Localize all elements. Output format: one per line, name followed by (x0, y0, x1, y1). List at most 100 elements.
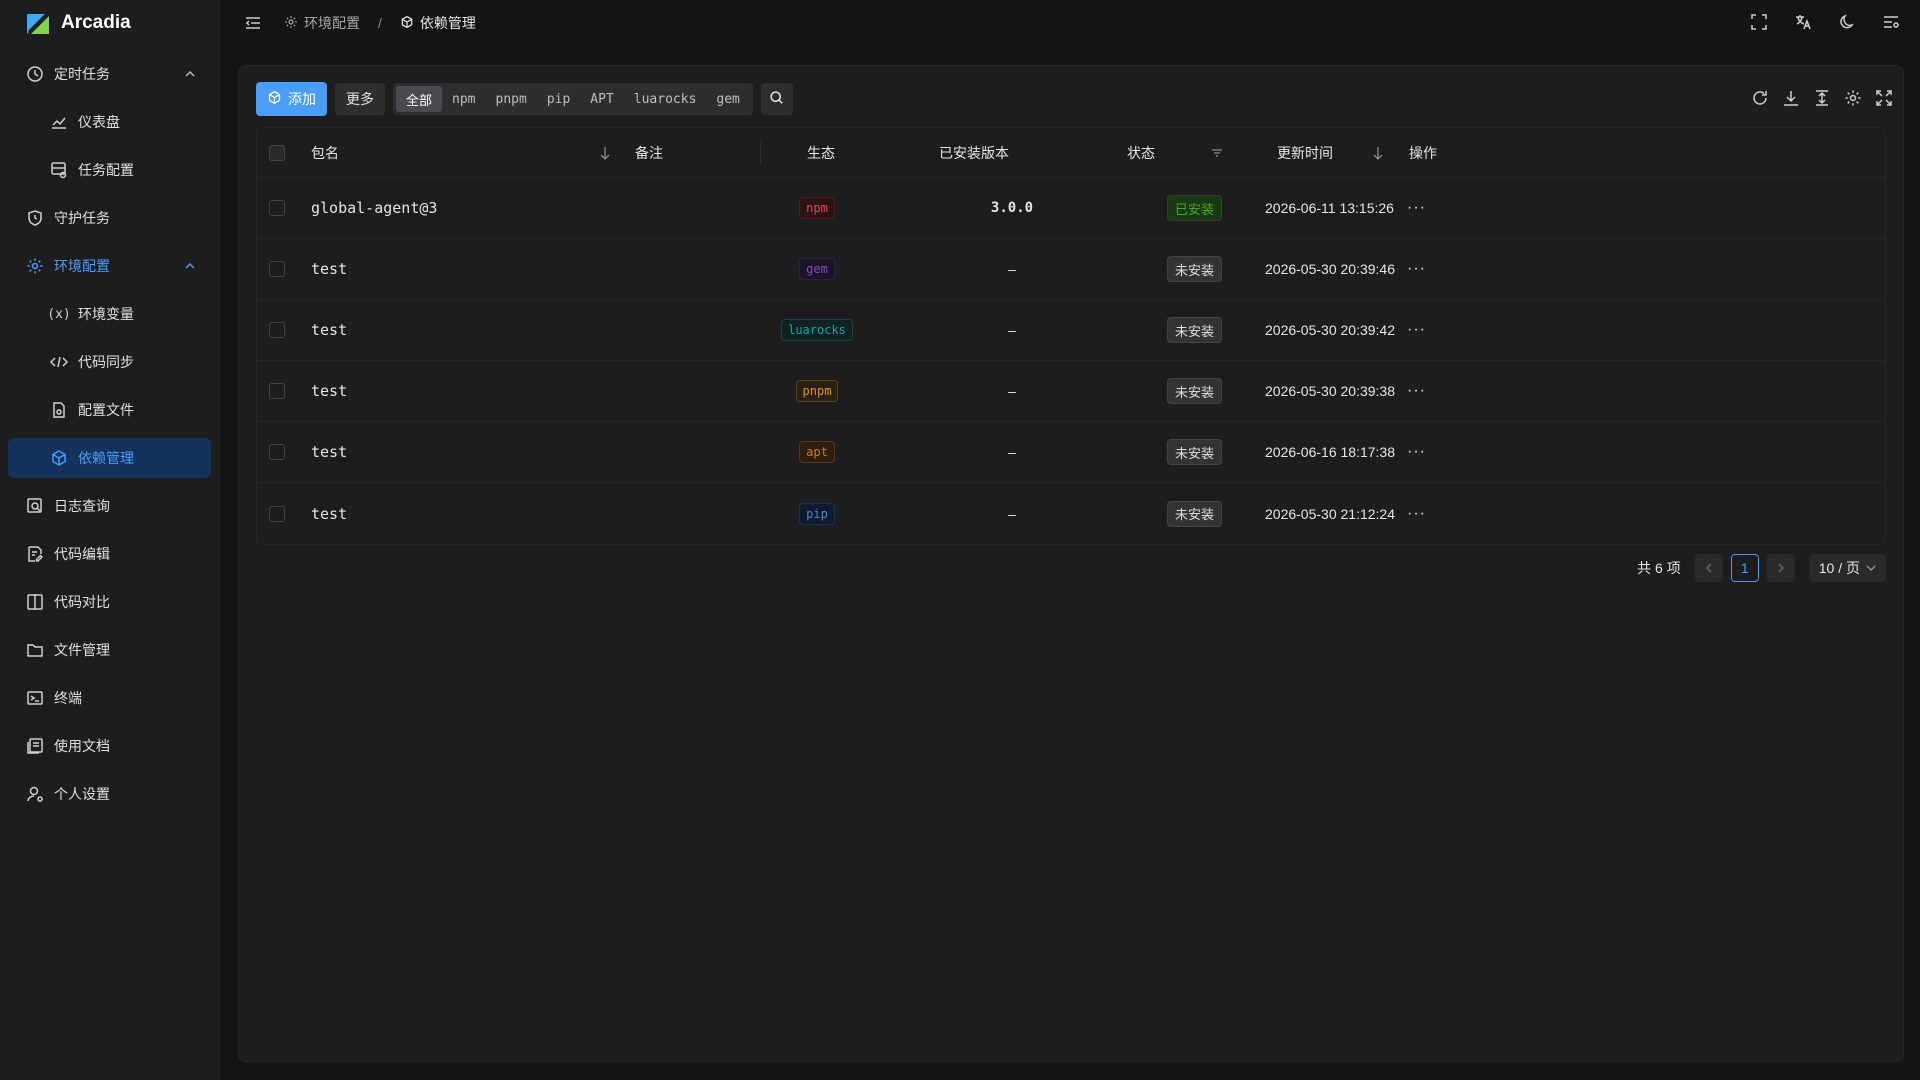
filter-pip[interactable]: pip (537, 86, 580, 112)
filter-icon[interactable] (1211, 146, 1223, 160)
translate-icon[interactable] (1794, 13, 1814, 33)
updated-time: 2026-06-11 13:15:26 (1265, 200, 1394, 216)
sidebar-item-label: 环境变量 (78, 306, 134, 322)
fullscreen-icon[interactable] (1750, 13, 1770, 33)
table-header: 包名 备注 生态 已安装版本 状态 更新时间 操作 (257, 128, 1885, 178)
row-select-cell (269, 361, 285, 421)
sidebar-item-dependencies[interactable]: 依赖管理 (8, 438, 211, 478)
status-cell: 未安装 (1167, 422, 1223, 482)
menu-fold-icon[interactable] (244, 14, 262, 32)
clock-icon (26, 65, 44, 83)
more-actions-button[interactable]: ··· (1407, 178, 1426, 238)
ecosystem-tag: pnpm (795, 380, 839, 402)
expand-icon[interactable] (1875, 89, 1893, 107)
gear-icon (26, 257, 44, 275)
package-name: global-agent@3 (311, 199, 438, 217)
settings-panel-icon[interactable] (1882, 13, 1902, 33)
sidebar-item-code-sync[interactable]: 代码同步 (8, 342, 211, 382)
row-checkbox[interactable] (269, 261, 285, 277)
sidebar-item-profile[interactable]: 个人设置 (8, 774, 211, 814)
download-icon[interactable] (1782, 89, 1800, 107)
select-all-cell (269, 128, 285, 177)
row-checkbox[interactable] (269, 322, 285, 338)
sidebar-item-code-edit[interactable]: 代码编辑 (8, 534, 211, 574)
next-page-button[interactable] (1766, 554, 1795, 582)
column-divider (760, 142, 761, 164)
top-actions (1750, 13, 1902, 33)
sidebar-item-task-config[interactable]: 任务配置 (8, 150, 211, 190)
version-cell: 3.0.0 (917, 178, 1107, 238)
filter-pnpm[interactable]: pnpm (486, 86, 537, 112)
breadcrumb: 环境配置 / 依赖管理 (284, 13, 476, 33)
row-checkbox[interactable] (269, 444, 285, 460)
sidebar-item-cron[interactable]: 定时任务 (8, 54, 211, 94)
sidebar-item-docs[interactable]: 使用文档 (8, 726, 211, 766)
filter-npm[interactable]: npm (442, 86, 485, 112)
search-button[interactable] (760, 83, 793, 115)
status-badge: 未安装 (1167, 317, 1223, 343)
table-body: global-agent@3 npm 3.0.0 已安装 2026-06-11 13:1… (257, 178, 1885, 544)
status-badge: 已安装 (1167, 195, 1223, 221)
row-checkbox[interactable] (269, 200, 285, 216)
add-button[interactable]: 添加 (256, 82, 327, 116)
more-actions-button[interactable]: ··· (1407, 239, 1426, 299)
table-row[interactable]: test gem – 未安装 2026-05-30 20:39:46 ··· (257, 239, 1885, 300)
task-config-icon (50, 161, 68, 179)
refresh-icon[interactable] (1751, 89, 1769, 107)
version-cell: – (917, 300, 1107, 360)
header-ecosystem: 生态 (807, 144, 835, 161)
ecosystem-cell: pnpm (717, 361, 917, 421)
status-cell: 已安装 (1167, 178, 1223, 238)
breadcrumb-parent[interactable]: 环境配置 (284, 13, 360, 33)
more-actions-button[interactable]: ··· (1407, 422, 1426, 482)
sidebar-item-label: 依赖管理 (78, 450, 134, 466)
prev-page-button[interactable] (1694, 554, 1723, 582)
installed-version: – (1008, 444, 1016, 460)
page-1-button[interactable]: 1 (1730, 554, 1759, 582)
column-settings-icon[interactable] (1844, 89, 1862, 107)
column-height-icon[interactable] (1813, 89, 1831, 107)
sidebar-item-dashboard[interactable]: 仪表盘 (8, 102, 211, 142)
sidebar-item-label: 环境配置 (54, 258, 110, 274)
chart-line-icon (50, 113, 68, 131)
sidebar-item-config-files[interactable]: 配置文件 (8, 390, 211, 430)
docs-icon (26, 737, 44, 755)
sidebar-item-code-diff[interactable]: 代码对比 (8, 582, 211, 622)
more-actions-button[interactable]: ··· (1407, 483, 1426, 544)
filter-gem[interactable]: gem (706, 86, 749, 112)
sidebar-item-daemon[interactable]: 守护任务 (8, 198, 211, 238)
row-checkbox[interactable] (269, 383, 285, 399)
package-icon (50, 449, 68, 467)
row-checkbox[interactable] (269, 505, 285, 522)
ecosystem-tag: pip (799, 502, 835, 525)
more-actions-button[interactable]: ··· (1407, 300, 1426, 360)
config-file-icon (50, 401, 68, 419)
sidebar-item-env-config[interactable]: 环境配置 (8, 246, 211, 286)
filter-apt[interactable]: APT (580, 86, 623, 112)
version-cell: – (917, 361, 1107, 421)
sidebar-item-env-vars[interactable]: (x) 环境变量 (8, 294, 211, 334)
header-remark: 备注 (635, 144, 663, 161)
app-logo[interactable]: Arcadia (0, 0, 219, 46)
more-button[interactable]: 更多 (335, 83, 385, 115)
sidebar-item-logs[interactable]: 日志查询 (8, 486, 211, 526)
table-row[interactable]: test luarocks – 未安装 2026-05-30 20:39:42 ··· (257, 300, 1885, 361)
table-row[interactable]: global-agent@3 npm 3.0.0 已安装 2026-06-11 13:1… (257, 178, 1885, 239)
more-actions-button[interactable]: ··· (1407, 361, 1426, 421)
table-row[interactable]: test pip – 未安装 2026-05-30 21:12:24 ··· (257, 483, 1885, 544)
table-row[interactable]: test pnpm – 未安装 2026-05-30 20:39:38 ··· (257, 361, 1885, 422)
header-name[interactable]: 包名 (311, 128, 339, 177)
sort-arrow-down-icon[interactable] (599, 146, 611, 160)
search-icon (769, 90, 784, 108)
sidebar: Arcadia 定时任务 仪表盘 任务配置 守护任务 环境配置 (x) 环境变量 (0, 0, 220, 1080)
sidebar-item-files[interactable]: 文件管理 (8, 630, 211, 670)
page-size-select[interactable]: 10 / 页 (1808, 554, 1886, 582)
sidebar-item-terminal[interactable]: 终端 (8, 678, 211, 718)
header-updated[interactable]: 更新时间 (1277, 128, 1333, 177)
dark-mode-icon[interactable] (1838, 13, 1858, 33)
filter-luarocks[interactable]: luarocks (624, 86, 707, 112)
filter-all[interactable]: 全部 (396, 86, 443, 112)
sort-arrow-down-icon[interactable] (1372, 146, 1384, 160)
select-all-checkbox[interactable] (269, 144, 285, 161)
table-row[interactable]: test apt – 未安装 2026-06-16 18:17:38 ··· (257, 422, 1885, 483)
